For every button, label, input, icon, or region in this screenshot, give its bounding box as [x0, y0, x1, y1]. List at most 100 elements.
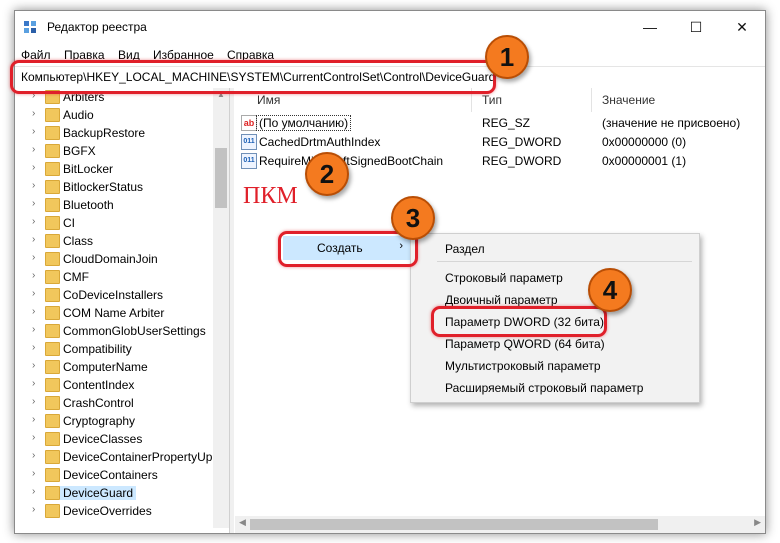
dword-highlight: [431, 306, 607, 337]
folder-icon: [45, 180, 60, 194]
tree-item[interactable]: › DeviceClasses: [15, 430, 227, 448]
expand-arrow-icon[interactable]: ›: [32, 504, 35, 515]
tree-item-label: BGFX: [63, 144, 96, 158]
value-row[interactable]: 011 CachedDrtmAuthIndex REG_DWORD 0x0000…: [235, 133, 765, 151]
expand-arrow-icon[interactable]: ›: [32, 144, 35, 155]
tree-item[interactable]: › CMF: [15, 268, 227, 286]
expand-arrow-icon[interactable]: ›: [32, 324, 35, 335]
value-data: 0x00000000 (0): [602, 135, 687, 149]
expand-arrow-icon[interactable]: ›: [32, 306, 35, 317]
close-button[interactable]: ✕: [719, 11, 765, 43]
value-data: (значение не присвоено): [602, 116, 741, 130]
expand-arrow-icon[interactable]: ›: [32, 270, 35, 281]
scrollbar-thumb[interactable]: [250, 519, 658, 530]
tree-item-label: DeviceClasses: [63, 432, 143, 446]
folder-icon: [45, 396, 60, 410]
step-badge-2: 2: [305, 152, 349, 196]
value-type: REG_DWORD: [482, 135, 562, 149]
menu-item-expandable-string-value[interactable]: Расширяемый строковый параметр: [445, 381, 643, 395]
tree-item-selected[interactable]: › DeviceGuard: [15, 484, 227, 502]
expand-arrow-icon[interactable]: ›: [32, 450, 35, 461]
column-divider[interactable]: [591, 88, 592, 112]
folder-icon: [45, 216, 60, 230]
menu-item-qword-value[interactable]: Параметр QWORD (64 бита): [445, 337, 605, 351]
tree-item[interactable]: › CommonGlobUserSettings: [15, 322, 227, 340]
menu-item-binary-value[interactable]: Двоичный параметр: [445, 293, 558, 307]
value-name: CachedDrtmAuthIndex: [259, 135, 381, 149]
menu-divider: [437, 261, 692, 262]
tree-item[interactable]: › CrashControl: [15, 394, 227, 412]
tree-item[interactable]: › Cryptography: [15, 412, 227, 430]
expand-arrow-icon[interactable]: ›: [32, 198, 35, 209]
folder-icon: [45, 162, 60, 176]
menu-item-multistring-value[interactable]: Мультистроковый параметр: [445, 359, 601, 373]
tree-item[interactable]: › BitlockerStatus: [15, 178, 227, 196]
step-badge-4: 4: [588, 268, 632, 312]
column-header-data[interactable]: Значение: [602, 93, 655, 107]
expand-arrow-icon[interactable]: ›: [32, 108, 35, 119]
tree-item[interactable]: › CoDeviceInstallers: [15, 286, 227, 304]
expand-arrow-icon[interactable]: ›: [32, 180, 35, 191]
tree-item[interactable]: › CloudDomainJoin: [15, 250, 227, 268]
expand-arrow-icon[interactable]: ›: [32, 342, 35, 353]
column-header-name[interactable]: Имя: [257, 93, 280, 107]
expand-arrow-icon[interactable]: ›: [32, 396, 35, 407]
folder-icon: [45, 306, 60, 320]
tree-item[interactable]: › COM Name Arbiter: [15, 304, 227, 322]
tree-item[interactable]: › ContentIndex: [15, 376, 227, 394]
scrollbar-thumb[interactable]: [215, 148, 227, 208]
expand-arrow-icon[interactable]: ›: [32, 252, 35, 263]
folder-icon: [45, 108, 60, 122]
scroll-left-icon[interactable]: ◀: [239, 517, 246, 528]
tree-item[interactable]: › DeviceContainers: [15, 466, 227, 484]
expand-arrow-icon[interactable]: ›: [32, 234, 35, 245]
tree-item[interactable]: › CI: [15, 214, 227, 232]
value-type: REG_SZ: [482, 116, 531, 130]
tree-item[interactable]: › DeviceContainerPropertyUp: [15, 448, 227, 466]
expand-arrow-icon[interactable]: ›: [32, 288, 35, 299]
expand-arrow-icon[interactable]: ›: [32, 414, 35, 425]
minimize-button[interactable]: —: [627, 11, 673, 43]
tree-item[interactable]: › Compatibility: [15, 340, 227, 358]
expand-arrow-icon[interactable]: ›: [32, 162, 35, 173]
folder-icon: [45, 360, 60, 374]
maximize-button[interactable]: ☐: [673, 11, 719, 43]
expand-arrow-icon[interactable]: ›: [32, 468, 35, 479]
expand-arrow-icon[interactable]: ›: [32, 486, 35, 497]
tree-item[interactable]: › ComputerName: [15, 358, 227, 376]
tree-item[interactable]: › Audio: [15, 106, 227, 124]
tree-item[interactable]: › Class: [15, 232, 227, 250]
expand-arrow-icon[interactable]: ›: [32, 432, 35, 443]
folder-icon: [45, 468, 60, 482]
tree-item-label: CloudDomainJoin: [63, 252, 158, 266]
tree-item[interactable]: › DeviceOverrides: [15, 502, 227, 520]
folder-icon: [45, 324, 60, 338]
expand-arrow-icon[interactable]: ›: [32, 126, 35, 137]
value-name: (По умолчанию): [255, 115, 352, 131]
tree-item-label: BackupRestore: [63, 126, 146, 140]
column-header-type[interactable]: Тип: [482, 93, 502, 107]
folder-icon: [45, 342, 60, 356]
tree-vertical-scrollbar[interactable]: ▲: [213, 88, 229, 528]
tree-item[interactable]: › BackupRestore: [15, 124, 227, 142]
tree-item[interactable]: › BitLocker: [15, 160, 227, 178]
expand-arrow-icon[interactable]: ›: [32, 360, 35, 371]
scroll-right-icon[interactable]: ▶: [754, 517, 761, 528]
step-badge-1: 1: [485, 35, 529, 79]
value-row[interactable]: ab (По умолчанию) REG_SZ (значение не пр…: [235, 114, 765, 132]
list-horizontal-scrollbar[interactable]: ◀ ▶: [235, 516, 765, 533]
title-bar: Редактор реестра — ☐ ✕: [15, 11, 765, 43]
tree-item-label: CoDeviceInstallers: [63, 288, 164, 302]
value-type: REG_DWORD: [482, 154, 562, 168]
menu-item-string-value[interactable]: Строковый параметр: [445, 271, 563, 285]
pane-splitter[interactable]: [229, 88, 234, 533]
expand-arrow-icon[interactable]: ›: [32, 378, 35, 389]
menu-item-key[interactable]: Раздел: [445, 242, 485, 256]
tree-item[interactable]: › BGFX: [15, 142, 227, 160]
expand-arrow-icon[interactable]: ›: [32, 216, 35, 227]
folder-icon: [45, 486, 60, 500]
tree-item[interactable]: › Bluetooth: [15, 196, 227, 214]
tree-item-label: ContentIndex: [63, 378, 135, 392]
tree-item-label: ComputerName: [63, 360, 148, 374]
tree-item-label: DeviceContainerPropertyUp: [63, 450, 213, 464]
